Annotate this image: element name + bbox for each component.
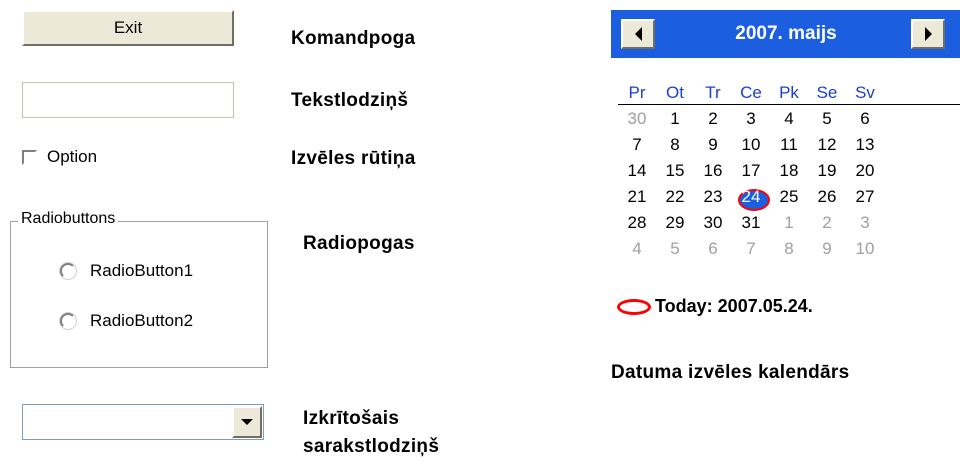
weekday-label: Ot <box>666 83 684 102</box>
calendar-next-button[interactable] <box>911 19 945 49</box>
calendar-divider <box>618 104 960 105</box>
today-indicator[interactable]: Today: 2007.05.24. <box>617 296 813 317</box>
calendar-day-other-month[interactable]: 8 <box>770 239 808 259</box>
calendar-day[interactable]: 2 <box>694 109 732 129</box>
calendar-day-other-month[interactable]: 1 <box>770 213 808 233</box>
calendar-day[interactable]: 20 <box>846 161 884 181</box>
calendar-day[interactable]: 8 <box>656 135 694 155</box>
dropdown-arrow-button[interactable] <box>232 406 262 438</box>
weekday-label: Ce <box>740 83 762 102</box>
exit-button[interactable]: Exit <box>22 10 234 46</box>
calendar-day[interactable]: 16 <box>694 161 732 181</box>
today-circle-icon <box>617 298 651 315</box>
calendar-week-row: 30 1 2 3 4 5 6 <box>618 106 960 132</box>
option-checkbox-label: Option <box>47 147 98 166</box>
caption-dropdown-line1: Izkrītošais <box>303 408 400 429</box>
radio-option-1-label: RadioButton1 <box>90 261 194 280</box>
calendar-day[interactable]: 1 <box>656 109 694 129</box>
calendar-day[interactable]: 18 <box>770 161 808 181</box>
calendar-day-other-month[interactable]: 9 <box>808 239 846 259</box>
caption-radio-group: Radiopogas <box>303 233 415 254</box>
calendar-day[interactable]: 14 <box>618 161 656 181</box>
calendar-day[interactable]: 13 <box>846 135 884 155</box>
caption-dropdown-line2: sarakstlodziņš <box>303 436 440 457</box>
calendar-day-other-month[interactable]: 2 <box>808 213 846 233</box>
arrow-right-icon <box>924 27 932 41</box>
calendar-day[interactable]: 7 <box>618 135 656 155</box>
radio-button-2[interactable] <box>60 313 76 329</box>
today-label: Today: 2007.05.24. <box>655 296 813 316</box>
calendar-day-other-month[interactable]: 7 <box>732 239 770 259</box>
calendar-day-other-month[interactable]: 4 <box>618 239 656 259</box>
calendar-day-selected[interactable]: 24 <box>732 187 770 211</box>
calendar-day[interactable]: 31 <box>732 213 770 233</box>
calendar-day[interactable]: 6 <box>846 109 884 129</box>
calendar-day[interactable]: 22 <box>656 187 694 207</box>
calendar-day-other-month[interactable]: 6 <box>694 239 732 259</box>
calendar-header: 2007. maijs <box>611 10 960 58</box>
weekday-header-row: Pr Ot Tr Ce Pk Se Sv <box>618 80 960 106</box>
calendar-day[interactable]: 28 <box>618 213 656 233</box>
option-checkbox[interactable] <box>22 149 37 165</box>
calendar-week-row: 7 8 9 10 11 12 13 <box>618 132 960 158</box>
calendar-day-other-month[interactable]: 30 <box>618 109 656 129</box>
calendar-day[interactable]: 11 <box>770 135 808 155</box>
calendar-day[interactable]: 17 <box>732 161 770 181</box>
dropdown-combo[interactable] <box>22 404 264 440</box>
calendar-day[interactable]: 10 <box>732 135 770 155</box>
caption-checkbox: Izvēles rūtiņa <box>291 148 416 169</box>
calendar-day[interactable]: 29 <box>656 213 694 233</box>
weekday-label: Tr <box>705 83 721 102</box>
radio-group-title: Radiobuttons <box>18 210 119 228</box>
calendar-day[interactable]: 15 <box>656 161 694 181</box>
calendar-day[interactable]: 23 <box>694 187 732 207</box>
calendar-day[interactable]: 9 <box>694 135 732 155</box>
calendar-prev-button[interactable] <box>621 19 655 49</box>
radio-option-2-label: RadioButton2 <box>90 311 194 330</box>
calendar-day[interactable]: 4 <box>770 109 808 129</box>
calendar-week-row: 28 29 30 31 1 2 3 <box>618 210 960 236</box>
caption-text-box: Tekstlodziņš <box>291 90 409 111</box>
chevron-down-icon <box>241 419 253 425</box>
calendar-grid: Pr Ot Tr Ce Pk Se Sv 30 1 2 3 4 5 6 7 8 9 10 11 12 13… <box>618 80 960 262</box>
weekday-label: Pk <box>779 83 799 102</box>
calendar-day[interactable]: 26 <box>808 187 846 207</box>
calendar-day[interactable]: 3 <box>732 109 770 129</box>
calendar-day[interactable]: 27 <box>846 187 884 207</box>
calendar-day-number: 24 <box>741 187 761 206</box>
calendar-day[interactable]: 5 <box>808 109 846 129</box>
calendar-day[interactable]: 30 <box>694 213 732 233</box>
radio-option-1[interactable]: RadioButton1 <box>60 261 193 281</box>
calendar-day[interactable]: 25 <box>770 187 808 207</box>
radio-button-1[interactable] <box>60 263 76 279</box>
calendar-day[interactable]: 19 <box>808 161 846 181</box>
calendar-day-other-month[interactable]: 3 <box>846 213 884 233</box>
calendar-day[interactable]: 12 <box>808 135 846 155</box>
weekday-label: Se <box>816 83 838 102</box>
caption-calendar: Datuma izvēles kalendārs <box>611 362 850 383</box>
calendar-week-row: 4 5 6 7 8 9 10 <box>618 236 960 262</box>
weekday-label: Pr <box>628 83 646 102</box>
calendar-day-other-month[interactable]: 5 <box>656 239 694 259</box>
calendar-day-other-month[interactable]: 10 <box>846 239 884 259</box>
calendar-month-title[interactable]: 2007. maijs <box>691 10 881 58</box>
calendar-week-row: 21 22 23 24 25 26 27 <box>618 184 960 211</box>
option-checkbox-row[interactable]: Option <box>22 146 97 168</box>
arrow-left-icon <box>634 27 642 41</box>
text-input[interactable] <box>22 82 234 118</box>
calendar-week-row: 14 15 16 17 18 19 20 <box>618 158 960 184</box>
weekday-label: Sv <box>855 83 875 102</box>
radio-group-box <box>10 221 268 368</box>
radio-option-2[interactable]: RadioButton2 <box>60 311 193 331</box>
caption-command-button: Komandpoga <box>291 28 416 49</box>
calendar-day[interactable]: 21 <box>618 187 656 207</box>
